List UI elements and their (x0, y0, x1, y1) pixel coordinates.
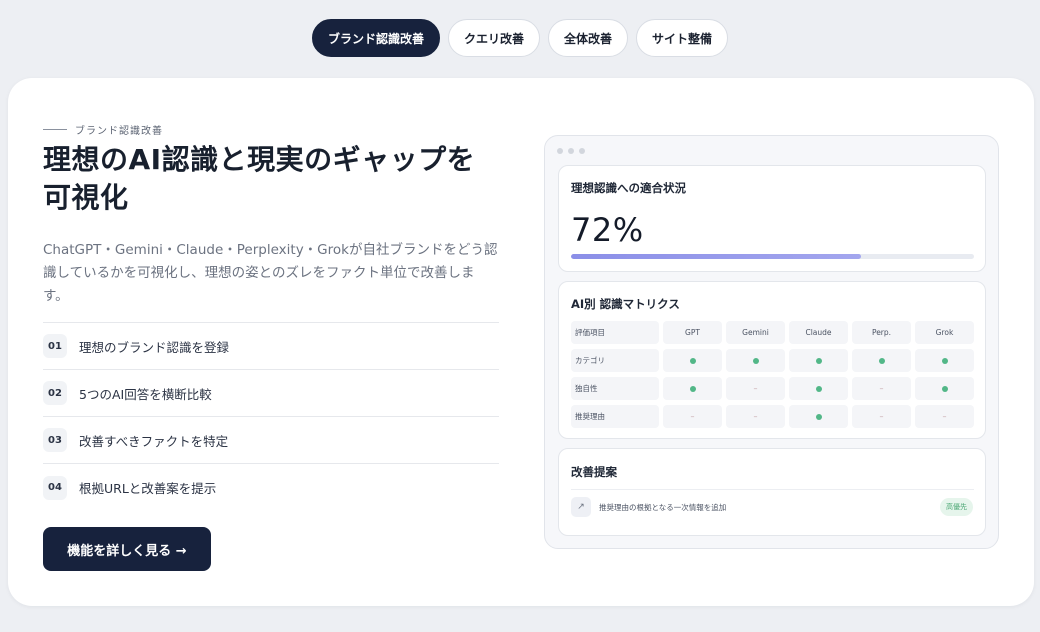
step-number: 01 (43, 334, 67, 358)
fit-status-panel: 理想認識への適合状況 72% (558, 165, 986, 272)
status-dot-icon (752, 357, 759, 364)
eyebrow: ブランド認識改善 (43, 122, 499, 137)
matrix-header: Perp. (852, 321, 911, 344)
arrow-up-right-icon: ↗ (571, 497, 591, 517)
step-number: 02 (43, 381, 67, 405)
recognition-matrix-panel: AI別 認識マトリクス 評価項目 GPT Gemini Claude Perp. Grok… (558, 281, 986, 439)
suggestion-panel: 改善提案 ↗ 推奨理由の根拠となる一次情報を追加 高優先 (558, 448, 986, 536)
step-list: 01 理想のブランド認識を登録 02 5つのAI回答を横断比較 03 改善すべき… (43, 322, 499, 511)
status-dot-icon (815, 385, 822, 392)
status-dot-icon (878, 357, 885, 364)
status-dot-icon (815, 413, 822, 420)
matrix-cell (663, 349, 722, 372)
eyebrow-label: ブランド認識改善 (75, 126, 163, 137)
matrix-dash: – (753, 412, 758, 421)
window-dot-icon (557, 148, 563, 154)
headline-line-2: 可視化 (43, 181, 129, 214)
status-dot-icon (941, 385, 948, 392)
matrix-cell (726, 349, 785, 372)
fit-status-title: 理想認識への適合状況 (571, 181, 686, 195)
tab-brand-recognition[interactable]: ブランド認識改善 (311, 19, 440, 57)
status-dot-icon (689, 385, 696, 392)
fit-progress-fill (571, 254, 862, 259)
matrix-cell: – (852, 377, 911, 400)
window-dots (557, 148, 585, 154)
matrix-header: Grok (915, 321, 974, 344)
step-text: 改善すべきファクトを特定 (79, 433, 229, 449)
tab-overall-improvement[interactable]: 全体改善 (548, 19, 629, 57)
window-dot-icon (568, 148, 574, 154)
matrix-cell (789, 377, 848, 400)
eyebrow-line (43, 129, 67, 130)
status-dot-icon (815, 357, 822, 364)
matrix-cell: – (726, 405, 785, 428)
matrix-cell: – (726, 377, 785, 400)
matrix-cell (915, 349, 974, 372)
matrix-cell (852, 349, 911, 372)
matrix-dash: – (942, 412, 947, 421)
step-item: 03 改善すべきファクトを特定 (43, 417, 499, 464)
tab-site-maintenance[interactable]: サイト整備 (636, 19, 729, 57)
feature-description: ブランド認識改善 理想のAI認識と現実のギャップを 可視化 ChatGPT・Ge… (43, 122, 499, 511)
matrix-title: AI別 認識マトリクス (571, 297, 680, 311)
matrix-cell (789, 405, 848, 428)
feature-tabs: ブランド認識改善 クエリ改善 全体改善 サイト整備 (0, 19, 1040, 57)
matrix-header: 評価項目 (571, 321, 659, 344)
status-dot-icon (941, 357, 948, 364)
dashboard-preview: 理想認識への適合状況 72% AI別 認識マトリクス 評価項目 GPT Gemini… (544, 135, 999, 549)
divider (571, 489, 974, 490)
step-text: 理想のブランド認識を登録 (79, 339, 230, 355)
lead-text: ChatGPT・Gemini・Claude・Perplexity・Grokが自社… (43, 242, 498, 304)
matrix-cell (789, 349, 848, 372)
matrix-header: GPT (663, 321, 722, 344)
feature-card: ブランド認識改善 理想のAI認識と現実のギャップを 可視化 ChatGPT・Ge… (8, 78, 1034, 606)
matrix-header: Claude (789, 321, 848, 344)
matrix-cell (663, 377, 722, 400)
fit-progress-bar (571, 254, 974, 259)
matrix-dash: – (879, 412, 884, 421)
step-number: 04 (43, 475, 67, 500)
suggestion-text: 推奨理由の根拠となる一次情報を追加 (599, 503, 727, 512)
matrix-dash: – (690, 412, 695, 421)
matrix-cell: – (663, 405, 722, 428)
matrix-row-label: 独自性 (571, 377, 659, 400)
matrix-dash: – (753, 384, 758, 393)
step-number: 03 (43, 428, 67, 452)
matrix-row-label: カテゴリ (571, 349, 659, 372)
step-item: 04 根拠URLと改善案を提示 (43, 464, 499, 511)
matrix-cell: – (852, 405, 911, 428)
matrix-header: Gemini (726, 321, 785, 344)
suggestion-title: 改善提案 (571, 465, 617, 479)
step-item: 02 5つのAI回答を横断比較 (43, 370, 499, 417)
step-text: 5つのAI回答を横断比較 (79, 386, 212, 402)
matrix-cell (915, 377, 974, 400)
matrix-cell: – (915, 405, 974, 428)
recognition-matrix: 評価項目 GPT Gemini Claude Perp. Grok カテゴリ独自性 – – 推奨理… (571, 321, 974, 428)
window-dot-icon (579, 148, 585, 154)
step-text: 根拠URLと改善案を提示 (79, 481, 217, 496)
step-item: 01 理想のブランド認識を登録 (43, 323, 499, 370)
learn-more-button[interactable]: 機能を詳しく見る → (43, 527, 211, 571)
page-title: 理想のAI認識と現実のギャップを 可視化 (43, 141, 499, 217)
tab-query-improvement[interactable]: クエリ改善 (447, 19, 540, 57)
headline-line-1: 理想のAI認識と現実のギャップを (43, 143, 476, 176)
matrix-row-label: 推奨理由 (571, 405, 659, 428)
priority-badge: 高優先 (940, 498, 973, 516)
fit-percentage: 72% (571, 211, 644, 249)
matrix-dash: – (879, 384, 884, 393)
status-dot-icon (689, 357, 696, 364)
